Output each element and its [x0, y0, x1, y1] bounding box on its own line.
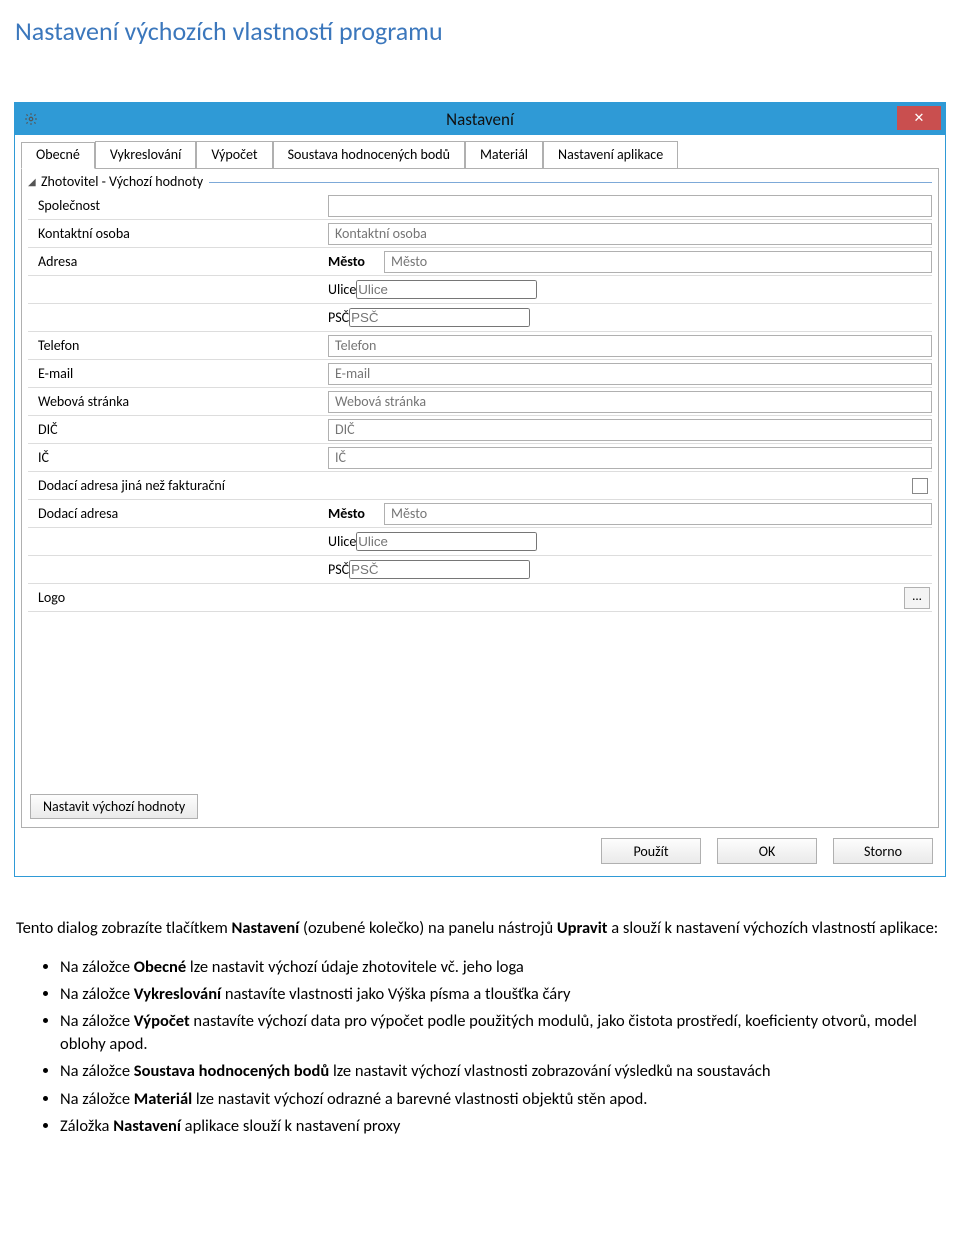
dic-input[interactable]	[328, 419, 932, 441]
tab-vykreslovani[interactable]: Vykreslování	[95, 141, 196, 168]
delivery-diff-checkbox[interactable]	[912, 478, 928, 494]
titlebar: Nastavení ✕	[15, 103, 945, 135]
bullet-3: Na záložce Výpočet nastavíte výchozí dat…	[60, 1010, 944, 1056]
row-address-city: Adresa Město	[28, 248, 932, 276]
city-input[interactable]	[384, 251, 932, 273]
street-input[interactable]	[356, 280, 537, 299]
row-delivery-diff: Dodací adresa jiná než fakturační	[28, 472, 932, 500]
city-label: Město	[328, 253, 384, 270]
row-logo: Logo ...	[28, 584, 932, 612]
logo-label: Logo	[28, 589, 904, 606]
description-text: Tento dialog zobrazíte tlačítkem Nastave…	[10, 917, 950, 1138]
row-company: Společnost	[28, 192, 932, 220]
d-city-label: Město	[328, 505, 384, 522]
phone-label: Telefon	[28, 337, 328, 354]
row-address-zip: PSČ	[28, 304, 932, 332]
row-address-street: Ulice	[28, 276, 932, 304]
row-ic: IČ	[28, 444, 932, 472]
company-input[interactable]	[328, 195, 932, 217]
page-title: Nastavení výchozích vlastností programu	[10, 15, 950, 47]
row-delivery-city: Dodací adresa Město	[28, 500, 932, 528]
email-label: E-mail	[28, 365, 328, 382]
group-rule	[209, 182, 932, 183]
tab-obecne[interactable]: Obecné	[21, 142, 95, 169]
dialog-title: Nastavení	[15, 109, 945, 130]
row-email: E-mail	[28, 360, 932, 388]
ok-button[interactable]: OK	[717, 838, 817, 864]
bullet-1: Na záložce Obecné lze nastavit výchozí ú…	[60, 956, 944, 979]
contact-input[interactable]	[328, 223, 932, 245]
web-label: Webová stránka	[28, 393, 328, 410]
close-icon: ✕	[914, 111, 925, 126]
phone-input[interactable]	[328, 335, 932, 357]
row-delivery-zip: PSČ	[28, 556, 932, 584]
tab-nastaveni-aplikace[interactable]: Nastavení aplikace	[543, 141, 678, 168]
row-phone: Telefon	[28, 332, 932, 360]
close-button[interactable]: ✕	[897, 106, 941, 130]
apply-button[interactable]: Použít	[601, 838, 701, 864]
group-header[interactable]: ◢ Zhotovitel - Výchozí hodnoty	[28, 173, 932, 190]
dialog-button-bar: Použít OK Storno	[15, 828, 945, 876]
bullet-list: Na záložce Obecné lze nastavit výchozí ú…	[16, 956, 944, 1138]
row-dic: DIČ	[28, 416, 932, 444]
zip-input[interactable]	[349, 308, 530, 327]
company-label: Společnost	[28, 197, 328, 214]
delivery-label: Dodací adresa	[28, 505, 328, 522]
delivery-diff-label: Dodací adresa jiná než fakturační	[28, 477, 912, 494]
tab-vypocet[interactable]: Výpočet	[196, 141, 272, 168]
group-title: Zhotovitel - Výchozí hodnoty	[41, 173, 203, 190]
dic-label: DIČ	[28, 421, 328, 438]
row-delivery-street: Ulice	[28, 528, 932, 556]
d-street-label: Ulice	[328, 533, 356, 550]
tab-material[interactable]: Materiál	[465, 141, 543, 168]
row-web: Webová stránka	[28, 388, 932, 416]
contact-label: Kontaktní osoba	[28, 225, 328, 242]
tab-soustava[interactable]: Soustava hodnocených bodů	[273, 141, 465, 168]
street-label: Ulice	[328, 281, 356, 298]
d-street-input[interactable]	[356, 532, 537, 551]
web-input[interactable]	[328, 391, 932, 413]
collapse-icon: ◢	[28, 175, 38, 188]
zip-label: PSČ	[328, 309, 349, 326]
settings-dialog: Nastavení ✕ Obecné Vykreslování Výpočet …	[14, 102, 946, 877]
ic-label: IČ	[28, 449, 328, 466]
ic-input[interactable]	[328, 447, 932, 469]
d-zip-label: PSČ	[328, 561, 349, 578]
cancel-button[interactable]: Storno	[833, 838, 933, 864]
logo-browse-button[interactable]: ...	[904, 587, 930, 609]
tab-panel: ◢ Zhotovitel - Výchozí hodnoty Společnos…	[21, 168, 939, 828]
bullet-5: Na záložce Materiál lze nastavit výchozí…	[60, 1088, 944, 1111]
dialog-body: Obecné Vykreslování Výpočet Soustava hod…	[15, 135, 945, 828]
set-defaults-button[interactable]: Nastavit výchozí hodnoty	[30, 794, 198, 819]
row-contact: Kontaktní osoba	[28, 220, 932, 248]
bullet-4: Na záložce Soustava hodnocených bodů lze…	[60, 1060, 944, 1083]
address-label: Adresa	[28, 253, 328, 270]
bullet-2: Na záložce Vykreslování nastavíte vlastn…	[60, 983, 944, 1006]
tab-strip: Obecné Vykreslování Výpočet Soustava hod…	[21, 141, 939, 168]
d-city-input[interactable]	[384, 503, 932, 525]
bullet-6: Záložka Nastavení aplikace slouží k nast…	[60, 1115, 944, 1138]
email-input[interactable]	[328, 363, 932, 385]
d-zip-input[interactable]	[349, 560, 530, 579]
intro-paragraph: Tento dialog zobrazíte tlačítkem Nastave…	[16, 917, 944, 940]
